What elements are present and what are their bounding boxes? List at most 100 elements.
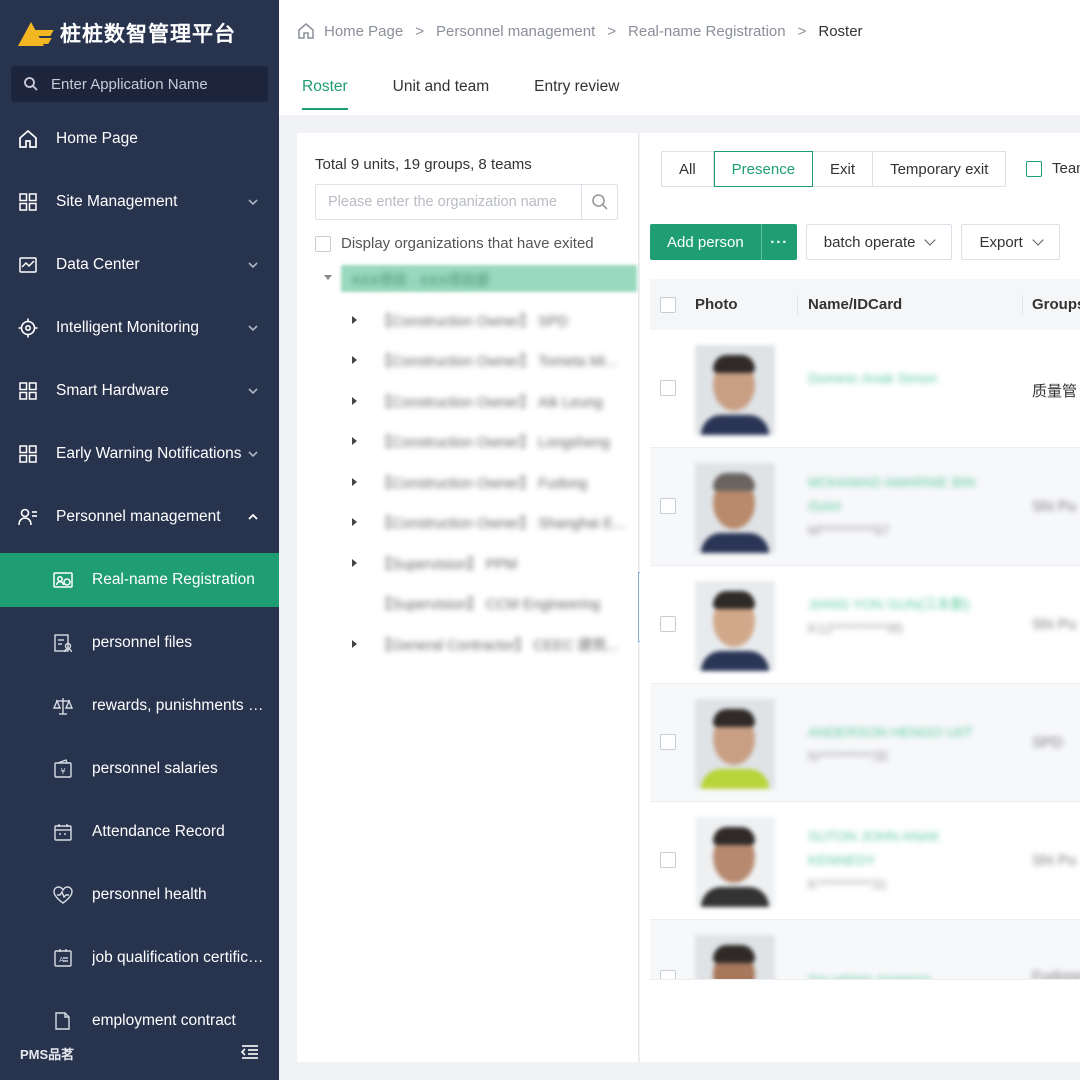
tree-node[interactable]: 【Construction Owner】 Shanghai E... xyxy=(352,510,627,534)
tree-expand-caret-icon[interactable] xyxy=(352,559,357,567)
tree-expand-caret-icon[interactable] xyxy=(352,518,357,526)
person-name[interactable]: ANDERSON HENGO UIIT xyxy=(808,720,1008,744)
person-name-link[interactable]: ANDERSON HENGO UIIT N**********35 xyxy=(808,720,1008,768)
person-name-link[interactable]: TAI HENG SIANGG xyxy=(808,968,1008,979)
app-search-input[interactable] xyxy=(51,75,251,93)
submenu-item-attendance-record[interactable]: Attendance Record xyxy=(0,805,279,859)
checkbox[interactable] xyxy=(315,235,331,252)
tree-root-label: XXX项目 - XXX项目部 xyxy=(351,272,490,288)
tree-node[interactable]: 【Supervision】 CCM Engineering xyxy=(352,591,627,615)
app-title: 桩桩数智管理平台 xyxy=(60,23,236,46)
row-checkbox[interactable] xyxy=(660,852,676,868)
breadcrumb-separator: > xyxy=(797,22,807,40)
filter-presence-button[interactable]: Presence xyxy=(713,151,814,187)
export-dropdown[interactable]: Export xyxy=(961,224,1060,260)
table-row[interactable]: ANDERSON HENGO UIIT N**********35 SPD xyxy=(650,684,1080,802)
add-person-button[interactable]: Add person xyxy=(650,224,762,260)
tree-collapse-caret-icon[interactable] xyxy=(324,275,332,280)
person-name-link[interactable]: Dominic Anak Simon xyxy=(808,366,1008,390)
tree-node[interactable]: 【Construction Owner】 Tometa Mi... xyxy=(352,348,627,372)
row-checkbox[interactable] xyxy=(660,734,676,750)
tree-node[interactable]: 【Construction Owner】 Longsheng xyxy=(352,429,627,453)
menu-label: Data Center xyxy=(56,256,140,273)
table-row[interactable]: JIANG YON GUN(江永勤) K12**********95 Shi Pu xyxy=(650,566,1080,684)
tree-expand-caret-icon[interactable] xyxy=(352,640,357,648)
menu-item-home[interactable]: Home Page xyxy=(0,112,279,166)
submenu-label: personnel salaries xyxy=(92,760,218,777)
row-checkbox[interactable] xyxy=(660,616,676,632)
menu-item-personnel-management[interactable]: Personnel management xyxy=(0,490,279,544)
show-exited-checkbox[interactable]: Display organizations that have exited xyxy=(315,235,594,252)
person-name[interactable]: Dominic Anak Simon xyxy=(808,366,1008,390)
breadcrumb-home[interactable]: Home Page xyxy=(324,23,403,40)
org-search-button[interactable] xyxy=(581,185,617,219)
breadcrumb-real-name-registration[interactable]: Real-name Registration xyxy=(628,23,786,40)
tab-roster[interactable]: Roster xyxy=(302,78,348,110)
show-exited-label: Display organizations that have exited xyxy=(341,235,594,252)
tab-entry-review[interactable]: Entry review xyxy=(534,78,619,110)
batch-operate-dropdown[interactable]: batch operate xyxy=(805,224,953,260)
tree-expand-caret-icon[interactable] xyxy=(352,437,357,445)
submenu-item-personnel-files[interactable]: personnel files xyxy=(0,616,279,670)
tree-expand-caret-icon[interactable] xyxy=(352,356,357,364)
checkbox[interactable] xyxy=(1026,160,1042,177)
table-row[interactable]: SUTON JOHN ANAK KENNEDY K**********31 Shi… xyxy=(650,802,1080,920)
submenu-label: rewards, punishments and incentives xyxy=(92,697,267,714)
svg-text:¥: ¥ xyxy=(60,767,65,776)
person-name[interactable]: SUTON JOHN ANAK KENNEDY xyxy=(808,824,1008,872)
filter-all-button[interactable]: All xyxy=(661,151,714,187)
menu-item-intelligent-monitoring[interactable]: Intelligent Monitoring xyxy=(0,301,279,355)
menu-label: Personnel management xyxy=(56,508,221,525)
submenu-item-personnel-salaries[interactable]: ¥ personnel salaries xyxy=(0,742,279,796)
tree-node[interactable]: 【Construction Owner】 Aik Leung xyxy=(352,389,627,413)
submenu-item-real-name-registration[interactable]: Real-name Registration xyxy=(0,553,279,607)
top-bar: Home Page > Personnel management > Real-… xyxy=(279,0,1080,115)
tree-node-label: 【Construction Owner】 SPD xyxy=(377,313,568,330)
submenu-item-rewards-punishments[interactable]: rewards, punishments and incentives xyxy=(0,679,279,733)
table-row[interactable]: Dominic Anak Simon 质量管 xyxy=(650,330,1080,448)
tree-expand-caret-icon[interactable] xyxy=(352,478,357,486)
menu-item-site-management[interactable]: Site Management xyxy=(0,175,279,229)
app-logo[interactable]: 桩桩数智管理平台 xyxy=(18,16,236,50)
tree-node[interactable]: 【Construction Owner】 SPD xyxy=(352,308,627,332)
collapse-menu-icon[interactable] xyxy=(240,1042,260,1062)
menu-item-early-warning[interactable]: Early Warning Notifications xyxy=(0,427,279,481)
submenu-item-job-qualification[interactable]: A job qualification certificate xyxy=(0,931,279,985)
table-row[interactable]: TAI HENG SIANGG Fudong xyxy=(650,920,1080,980)
row-checkbox[interactable] xyxy=(660,498,676,514)
person-name[interactable]: JIANG YON GUN(江永勤) xyxy=(808,592,1008,616)
select-all-checkbox[interactable] xyxy=(660,296,676,313)
tree-node[interactable]: 【Construction Owner】 Fudong xyxy=(352,470,627,494)
tree-expand-caret-icon[interactable] xyxy=(352,397,357,405)
tab-unit-and-team[interactable]: Unit and team xyxy=(393,78,490,110)
more-options-button[interactable]: ··· xyxy=(762,234,797,251)
tree-node-label: 【Supervision】 CCM Engineering xyxy=(377,596,601,613)
home-icon[interactable] xyxy=(297,22,315,40)
tree-node[interactable]: 【Supervision】 PPM xyxy=(352,551,627,575)
team-checkbox[interactable]: Team xyxy=(1026,160,1080,177)
org-search-input[interactable] xyxy=(316,185,581,219)
person-name[interactable]: MOHAMAD AMARNIE BIN ISAH xyxy=(808,470,1008,518)
person-group: 质量管 xyxy=(1032,383,1078,400)
menu-item-smart-hardware[interactable]: Smart Hardware xyxy=(0,364,279,418)
tree-root-node[interactable]: XXX项目 - XXX项目部 xyxy=(341,265,637,292)
person-name-link[interactable]: SUTON JOHN ANAK KENNEDY K**********31 xyxy=(808,824,1008,896)
row-checkbox[interactable] xyxy=(660,380,676,396)
app-search-box[interactable] xyxy=(11,66,268,102)
submenu-item-personnel-health[interactable]: personnel health xyxy=(0,868,279,922)
breadcrumb-separator: > xyxy=(607,22,617,40)
filter-exit-button[interactable]: Exit xyxy=(813,151,874,187)
table-row[interactable]: MOHAMAD AMARNIE BIN ISAH M**********97 Sh… xyxy=(650,448,1080,566)
search-icon xyxy=(591,194,608,210)
person-name-link[interactable]: JIANG YON GUN(江永勤) K12**********95 xyxy=(808,592,1008,640)
menu-item-data-center[interactable]: Data Center xyxy=(0,238,279,292)
person-name-link[interactable]: MOHAMAD AMARNIE BIN ISAH M**********97 xyxy=(808,470,1008,542)
filter-temporary-exit-button[interactable]: Temporary exit xyxy=(873,151,1007,187)
export-label: Export xyxy=(979,233,1023,251)
tree-node[interactable]: 【General Contractor】 CEEC 建筑... xyxy=(352,632,627,656)
row-checkbox[interactable] xyxy=(660,970,676,979)
chevron-down-icon xyxy=(924,234,937,246)
tree-expand-caret-icon[interactable] xyxy=(352,316,357,324)
person-name[interactable]: TAI HENG SIANGG xyxy=(808,968,1008,979)
breadcrumb-personnel-management[interactable]: Personnel management xyxy=(436,23,595,40)
